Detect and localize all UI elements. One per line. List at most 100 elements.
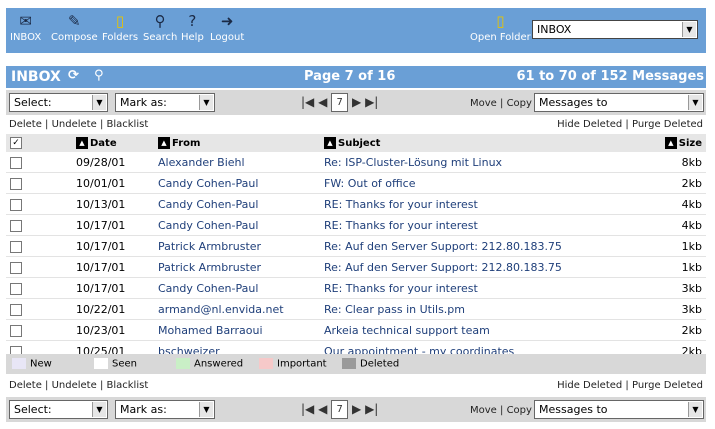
subject-link[interactable]: FW: Out of office (320, 172, 658, 194)
next-page-icon[interactable]: ▶ (352, 95, 361, 109)
select-all-checkbox[interactable]: ✓ (10, 137, 22, 149)
table-row: 10/23/01 Mohamed Barraoui Arkeia technic… (6, 319, 706, 341)
row-checkbox[interactable] (10, 261, 22, 274)
from-link[interactable]: Candy Cohen-Paul (154, 277, 320, 299)
chevron-down-icon: ▼ (682, 22, 696, 37)
prev-page-icon[interactable]: ◀ (318, 95, 327, 109)
legend-swatch (176, 358, 190, 369)
table-row: 09/28/01 Alexander Biehl Re: ISP-Cluster… (6, 152, 706, 173)
blacklist-link[interactable]: Blacklist (107, 119, 149, 130)
inbox-icon: ✉ (19, 12, 32, 30)
table-row: 10/22/01 armand@nl.envida.net Re: Clear … (6, 298, 706, 320)
pagination: |◀ ◀ 7 ▶ ▶| (301, 400, 378, 419)
from-link[interactable]: Candy Cohen-Paul (154, 172, 320, 194)
subject-link[interactable]: RE: Thanks for your interest (320, 277, 658, 299)
subject-link[interactable]: RE: Thanks for your interest (320, 214, 658, 236)
mark-as-dropdown[interactable]: Mark as: ▼ (115, 93, 215, 112)
first-page-icon[interactable]: |◀ (301, 402, 314, 416)
subject-header[interactable]: ▲ Subject (320, 134, 658, 152)
refresh-icon[interactable]: ⟳ (68, 68, 79, 83)
messages-to-dropdown[interactable]: Messages to ▼ (534, 400, 704, 419)
subject-link[interactable]: RE: Thanks for your interest (320, 193, 658, 215)
chevron-down-icon: ▼ (199, 95, 213, 110)
page-indicator: Page 7 of 16 (304, 69, 396, 84)
message-table: ✓ ▲ Date ▲ From ▲ Subject ▲ Size 09/28/01 Al… (6, 134, 706, 362)
next-page-icon[interactable]: ▶ (352, 402, 361, 416)
blacklist-link[interactable]: Blacklist (107, 380, 149, 391)
copy-link[interactable]: Copy (507, 98, 532, 109)
chevron-down-icon: ▼ (92, 95, 106, 110)
help-button[interactable]: ? Help (181, 10, 204, 44)
page-input[interactable]: 7 (331, 400, 349, 419)
folder-select[interactable]: INBOX ▼ (532, 20, 698, 39)
from-link[interactable]: Patrick Armbruster (154, 235, 320, 257)
sort-arrow-icon: ▲ (664, 137, 677, 149)
row-checkbox[interactable] (10, 282, 22, 295)
hide-deleted-link[interactable]: Hide Deleted (557, 380, 622, 391)
search-folder-icon[interactable]: ⚲ (94, 68, 104, 83)
size-header[interactable]: ▲ Size (658, 134, 706, 152)
copy-link[interactable]: Copy (507, 405, 532, 416)
undelete-link[interactable]: Undelete (52, 119, 97, 130)
table-row: 10/17/01 Candy Cohen-Paul RE: Thanks for… (6, 214, 706, 236)
top-delete-links: Delete | Undelete | Blacklist (9, 119, 149, 130)
hide-deleted-link[interactable]: Hide Deleted (557, 119, 622, 130)
search-icon: ⚲ (154, 12, 166, 30)
date-header[interactable]: ▲ Date (72, 134, 154, 152)
subject-link[interactable]: Re: ISP-Cluster-Lösung mit Linux (320, 152, 658, 173)
last-page-icon[interactable]: ▶| (365, 95, 378, 109)
compose-button[interactable]: ✎ Compose (51, 10, 98, 44)
from-link[interactable]: Mohamed Barraoui (154, 319, 320, 341)
legend-important: Important (259, 358, 327, 370)
table-row: 10/17/01 Patrick Armbruster Re: Auf den … (6, 235, 706, 257)
logout-icon: ➜ (220, 12, 234, 30)
legend-answered: Answered (176, 358, 243, 370)
folder-title: INBOX (11, 69, 61, 85)
table-row: 10/17/01 Patrick Armbruster Re: Auf den … (6, 256, 706, 278)
chevron-down-icon: ▼ (92, 402, 106, 417)
table-row: 10/17/01 Candy Cohen-Paul RE: Thanks for… (6, 277, 706, 299)
delete-link[interactable]: Delete (9, 119, 42, 130)
from-link[interactable]: armand@nl.envida.net (154, 298, 320, 320)
open-folder-button[interactable]: ▯ Open Folder (470, 10, 531, 44)
from-link[interactable]: Alexander Biehl (154, 152, 320, 173)
row-checkbox[interactable] (10, 219, 22, 232)
purge-deleted-link[interactable]: Purge Deleted (632, 380, 703, 391)
select-dropdown[interactable]: Select: ▼ (9, 93, 108, 112)
from-link[interactable]: Patrick Armbruster (154, 256, 320, 278)
compose-icon: ✎ (68, 12, 81, 30)
inbox-button[interactable]: ✉ INBOX (10, 10, 41, 44)
subject-link[interactable]: Re: Clear pass in Utils.pm (320, 298, 658, 320)
from-link[interactable]: Candy Cohen-Paul (154, 214, 320, 236)
prev-page-icon[interactable]: ◀ (318, 402, 327, 416)
legend-seen: Seen (94, 358, 137, 370)
last-page-icon[interactable]: ▶| (365, 402, 378, 416)
folders-button[interactable]: ▯ Folders (102, 10, 138, 44)
first-page-icon[interactable]: |◀ (301, 95, 314, 109)
subject-link[interactable]: Re: Auf den Server Support: 212.80.183.7… (320, 256, 658, 278)
move-link[interactable]: Move (470, 98, 497, 109)
page-input[interactable]: 7 (331, 93, 349, 112)
from-header[interactable]: ▲ From (154, 134, 320, 152)
legend-swatch (259, 358, 273, 369)
row-checkbox[interactable] (10, 303, 22, 316)
purge-deleted-link[interactable]: Purge Deleted (632, 119, 703, 130)
messages-to-dropdown[interactable]: Messages to ▼ (534, 93, 704, 112)
search-button[interactable]: ⚲ Search (143, 10, 177, 44)
row-checkbox[interactable] (10, 198, 22, 211)
legend-swatch (94, 358, 108, 369)
subject-link[interactable]: Re: Auf den Server Support: 212.80.183.7… (320, 235, 658, 257)
bottom-delete-links: Delete | Undelete | Blacklist (9, 380, 149, 391)
logout-button[interactable]: ➜ Logout (210, 10, 244, 44)
subject-link[interactable]: Arkeia technical support team (320, 319, 658, 341)
row-checkbox[interactable] (10, 177, 22, 190)
undelete-link[interactable]: Undelete (52, 380, 97, 391)
mark-as-dropdown[interactable]: Mark as: ▼ (115, 400, 215, 419)
row-checkbox[interactable] (10, 240, 22, 253)
select-dropdown[interactable]: Select: ▼ (9, 400, 108, 419)
from-link[interactable]: Candy Cohen-Paul (154, 193, 320, 215)
delete-link[interactable]: Delete (9, 380, 42, 391)
row-checkbox[interactable] (10, 156, 22, 169)
row-checkbox[interactable] (10, 324, 22, 337)
move-link[interactable]: Move (470, 405, 497, 416)
